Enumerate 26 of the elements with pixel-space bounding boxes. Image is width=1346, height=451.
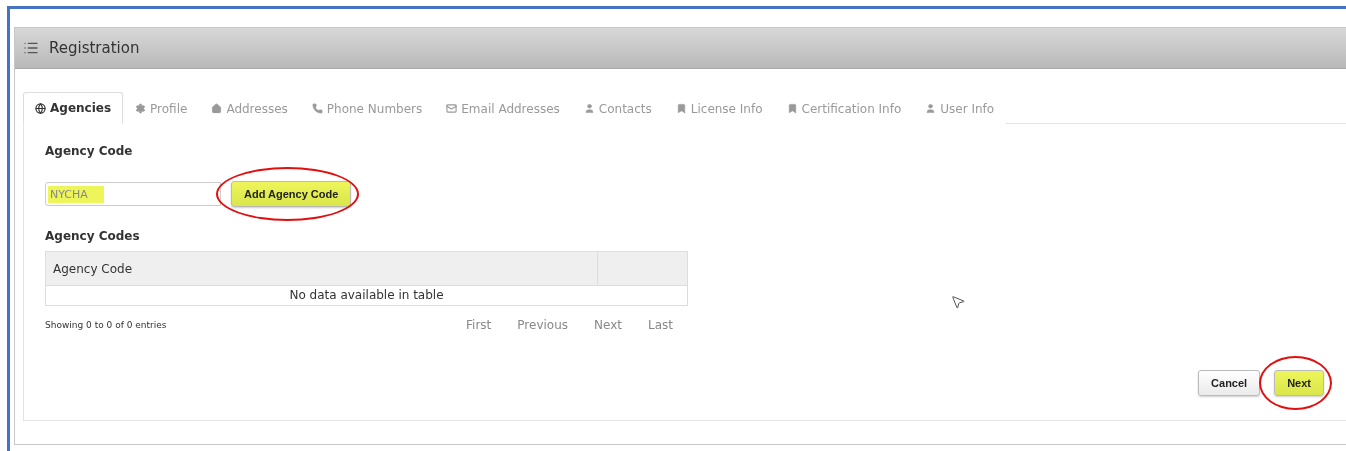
entries-info: Showing 0 to 0 of 0 entries (45, 320, 167, 330)
pagination-link[interactable]: First (466, 318, 492, 332)
bookmark-icon (786, 103, 798, 114)
input-field[interactable]: NYCHA (45, 182, 221, 206)
action-button[interactable]: Next (1274, 370, 1324, 396)
user-icon (925, 103, 937, 114)
envelope-icon (446, 103, 458, 114)
home-icon (211, 103, 223, 114)
tab[interactable]: Agencies (23, 92, 124, 124)
user-icon (583, 103, 595, 114)
gear-icon (135, 103, 147, 114)
panel-title: Registration (49, 39, 140, 57)
mouse-cursor-icon (950, 294, 966, 310)
pagination-link[interactable]: Next (594, 318, 622, 332)
action-button[interactable]: Add Agency Code (231, 181, 352, 207)
column-header: Agency Code (46, 252, 598, 285)
empty-message: No data available in table (288, 287, 445, 304)
action-button[interactable]: Cancel (1198, 370, 1261, 396)
phone-icon (311, 103, 323, 114)
bookmark-icon (675, 103, 687, 114)
section-title: Agency Codes (45, 229, 141, 243)
field-label: Agency Code (45, 144, 134, 158)
globe-icon (35, 102, 46, 114)
list-icon (23, 40, 39, 56)
pagination-link[interactable]: Last (648, 318, 673, 332)
pagination-link[interactable]: Previous (517, 318, 569, 332)
